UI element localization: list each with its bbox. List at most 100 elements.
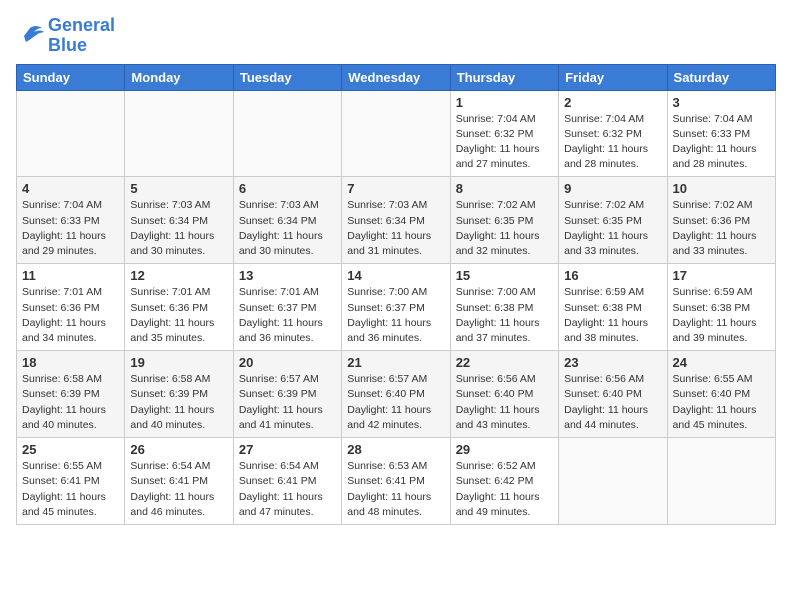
- day-info: Sunrise: 6:59 AM Sunset: 6:38 PM Dayligh…: [673, 285, 770, 346]
- calendar-cell: 13 Sunrise: 7:01 AM Sunset: 6:37 PM Dayli…: [233, 264, 341, 351]
- calendar-cell: 4 Sunrise: 7:04 AM Sunset: 6:33 PM Daylig…: [17, 177, 125, 264]
- day-number: 19: [130, 355, 227, 370]
- calendar-cell: 11 Sunrise: 7:01 AM Sunset: 6:36 PM Dayli…: [17, 264, 125, 351]
- day-number: 14: [347, 268, 444, 283]
- calendar-cell: 29 Sunrise: 6:52 AM Sunset: 6:42 PM Dayli…: [450, 438, 558, 525]
- day-info: Sunrise: 7:00 AM Sunset: 6:38 PM Dayligh…: [456, 285, 553, 346]
- day-number: 13: [239, 268, 336, 283]
- calendar-cell: [233, 90, 341, 177]
- calendar-cell: 22 Sunrise: 6:56 AM Sunset: 6:40 PM Dayli…: [450, 351, 558, 438]
- day-number: 11: [22, 268, 119, 283]
- day-info: Sunrise: 6:56 AM Sunset: 6:40 PM Dayligh…: [456, 372, 553, 433]
- day-info: Sunrise: 6:55 AM Sunset: 6:40 PM Dayligh…: [673, 372, 770, 433]
- day-info: Sunrise: 7:03 AM Sunset: 6:34 PM Dayligh…: [347, 198, 444, 259]
- weekday-header: Sunday: [17, 64, 125, 90]
- page-header: General Blue: [16, 16, 776, 56]
- day-number: 25: [22, 442, 119, 457]
- calendar-cell: 24 Sunrise: 6:55 AM Sunset: 6:40 PM Dayli…: [667, 351, 775, 438]
- calendar-week-row: 11 Sunrise: 7:01 AM Sunset: 6:36 PM Dayli…: [17, 264, 776, 351]
- day-number: 24: [673, 355, 770, 370]
- day-info: Sunrise: 6:56 AM Sunset: 6:40 PM Dayligh…: [564, 372, 661, 433]
- day-info: Sunrise: 7:01 AM Sunset: 6:36 PM Dayligh…: [130, 285, 227, 346]
- day-number: 1: [456, 95, 553, 110]
- weekday-header: Saturday: [667, 64, 775, 90]
- weekday-header: Tuesday: [233, 64, 341, 90]
- day-number: 16: [564, 268, 661, 283]
- calendar-cell: [559, 438, 667, 525]
- day-number: 29: [456, 442, 553, 457]
- day-info: Sunrise: 7:01 AM Sunset: 6:36 PM Dayligh…: [22, 285, 119, 346]
- calendar-week-row: 25 Sunrise: 6:55 AM Sunset: 6:41 PM Dayli…: [17, 438, 776, 525]
- calendar-cell: 10 Sunrise: 7:02 AM Sunset: 6:36 PM Dayli…: [667, 177, 775, 264]
- day-info: Sunrise: 7:04 AM Sunset: 6:33 PM Dayligh…: [22, 198, 119, 259]
- day-number: 10: [673, 181, 770, 196]
- calendar-cell: [125, 90, 233, 177]
- calendar-cell: 21Sunrise: 6:57 AM Sunset: 6:40 PM Dayli…: [342, 351, 450, 438]
- day-number: 15: [456, 268, 553, 283]
- calendar-header-row: SundayMondayTuesdayWednesdayThursdayFrid…: [17, 64, 776, 90]
- day-number: 18: [22, 355, 119, 370]
- day-info: Sunrise: 6:52 AM Sunset: 6:42 PM Dayligh…: [456, 459, 553, 520]
- day-number: 20: [239, 355, 336, 370]
- calendar-week-row: 4 Sunrise: 7:04 AM Sunset: 6:33 PM Daylig…: [17, 177, 776, 264]
- logo-text: General Blue: [48, 16, 115, 56]
- day-info: Sunrise: 6:57 AM Sunset: 6:40 PM Dayligh…: [347, 372, 444, 433]
- calendar-cell: 8 Sunrise: 7:02 AM Sunset: 6:35 PM Daylig…: [450, 177, 558, 264]
- calendar-cell: 3 Sunrise: 7:04 AM Sunset: 6:33 PM Daylig…: [667, 90, 775, 177]
- day-number: 2: [564, 95, 661, 110]
- day-info: Sunrise: 7:02 AM Sunset: 6:35 PM Dayligh…: [456, 198, 553, 259]
- day-number: 8: [456, 181, 553, 196]
- calendar-cell: 5 Sunrise: 7:03 AM Sunset: 6:34 PM Daylig…: [125, 177, 233, 264]
- day-number: 6: [239, 181, 336, 196]
- calendar-cell: 20Sunrise: 6:57 AM Sunset: 6:39 PM Dayli…: [233, 351, 341, 438]
- calendar-cell: 6 Sunrise: 7:03 AM Sunset: 6:34 PM Daylig…: [233, 177, 341, 264]
- day-number: 9: [564, 181, 661, 196]
- day-number: 26: [130, 442, 227, 457]
- day-number: 28: [347, 442, 444, 457]
- day-info: Sunrise: 7:03 AM Sunset: 6:34 PM Dayligh…: [130, 198, 227, 259]
- calendar-cell: 19Sunrise: 6:58 AM Sunset: 6:39 PM Dayli…: [125, 351, 233, 438]
- day-info: Sunrise: 7:04 AM Sunset: 6:33 PM Dayligh…: [673, 112, 770, 173]
- day-number: 27: [239, 442, 336, 457]
- calendar-week-row: 1 Sunrise: 7:04 AM Sunset: 6:32 PM Daylig…: [17, 90, 776, 177]
- weekday-header: Friday: [559, 64, 667, 90]
- calendar-cell: 27 Sunrise: 6:54 AM Sunset: 6:41 PM Dayli…: [233, 438, 341, 525]
- day-info: Sunrise: 6:54 AM Sunset: 6:41 PM Dayligh…: [130, 459, 227, 520]
- day-number: 3: [673, 95, 770, 110]
- calendar-cell: 15 Sunrise: 7:00 AM Sunset: 6:38 PM Dayli…: [450, 264, 558, 351]
- calendar-cell: 25 Sunrise: 6:55 AM Sunset: 6:41 PM Dayli…: [17, 438, 125, 525]
- day-info: Sunrise: 7:03 AM Sunset: 6:34 PM Dayligh…: [239, 198, 336, 259]
- day-number: 23: [564, 355, 661, 370]
- day-info: Sunrise: 6:55 AM Sunset: 6:41 PM Dayligh…: [22, 459, 119, 520]
- day-number: 4: [22, 181, 119, 196]
- calendar-cell: 17Sunrise: 6:59 AM Sunset: 6:38 PM Dayli…: [667, 264, 775, 351]
- calendar-cell: [17, 90, 125, 177]
- day-number: 7: [347, 181, 444, 196]
- calendar-cell: 28 Sunrise: 6:53 AM Sunset: 6:41 PM Dayli…: [342, 438, 450, 525]
- calendar-cell: 23 Sunrise: 6:56 AM Sunset: 6:40 PM Dayli…: [559, 351, 667, 438]
- day-info: Sunrise: 6:58 AM Sunset: 6:39 PM Dayligh…: [22, 372, 119, 433]
- day-info: Sunrise: 7:04 AM Sunset: 6:32 PM Dayligh…: [564, 112, 661, 173]
- day-number: 5: [130, 181, 227, 196]
- day-info: Sunrise: 7:02 AM Sunset: 6:35 PM Dayligh…: [564, 198, 661, 259]
- logo: General Blue: [16, 16, 115, 56]
- day-number: 12: [130, 268, 227, 283]
- calendar-cell: 2 Sunrise: 7:04 AM Sunset: 6:32 PM Daylig…: [559, 90, 667, 177]
- day-info: Sunrise: 7:00 AM Sunset: 6:37 PM Dayligh…: [347, 285, 444, 346]
- calendar-cell: 18 Sunrise: 6:58 AM Sunset: 6:39 PM Dayli…: [17, 351, 125, 438]
- calendar-cell: 7 Sunrise: 7:03 AM Sunset: 6:34 PM Daylig…: [342, 177, 450, 264]
- day-info: Sunrise: 6:53 AM Sunset: 6:41 PM Dayligh…: [347, 459, 444, 520]
- day-info: Sunrise: 7:02 AM Sunset: 6:36 PM Dayligh…: [673, 198, 770, 259]
- weekday-header: Wednesday: [342, 64, 450, 90]
- logo-icon: [16, 24, 44, 48]
- calendar-cell: [342, 90, 450, 177]
- calendar-cell: 26 Sunrise: 6:54 AM Sunset: 6:41 PM Dayli…: [125, 438, 233, 525]
- day-info: Sunrise: 6:59 AM Sunset: 6:38 PM Dayligh…: [564, 285, 661, 346]
- day-info: Sunrise: 7:04 AM Sunset: 6:32 PM Dayligh…: [456, 112, 553, 173]
- day-number: 22: [456, 355, 553, 370]
- weekday-header: Thursday: [450, 64, 558, 90]
- day-info: Sunrise: 7:01 AM Sunset: 6:37 PM Dayligh…: [239, 285, 336, 346]
- day-info: Sunrise: 6:54 AM Sunset: 6:41 PM Dayligh…: [239, 459, 336, 520]
- calendar-cell: 9 Sunrise: 7:02 AM Sunset: 6:35 PM Daylig…: [559, 177, 667, 264]
- calendar-cell: [667, 438, 775, 525]
